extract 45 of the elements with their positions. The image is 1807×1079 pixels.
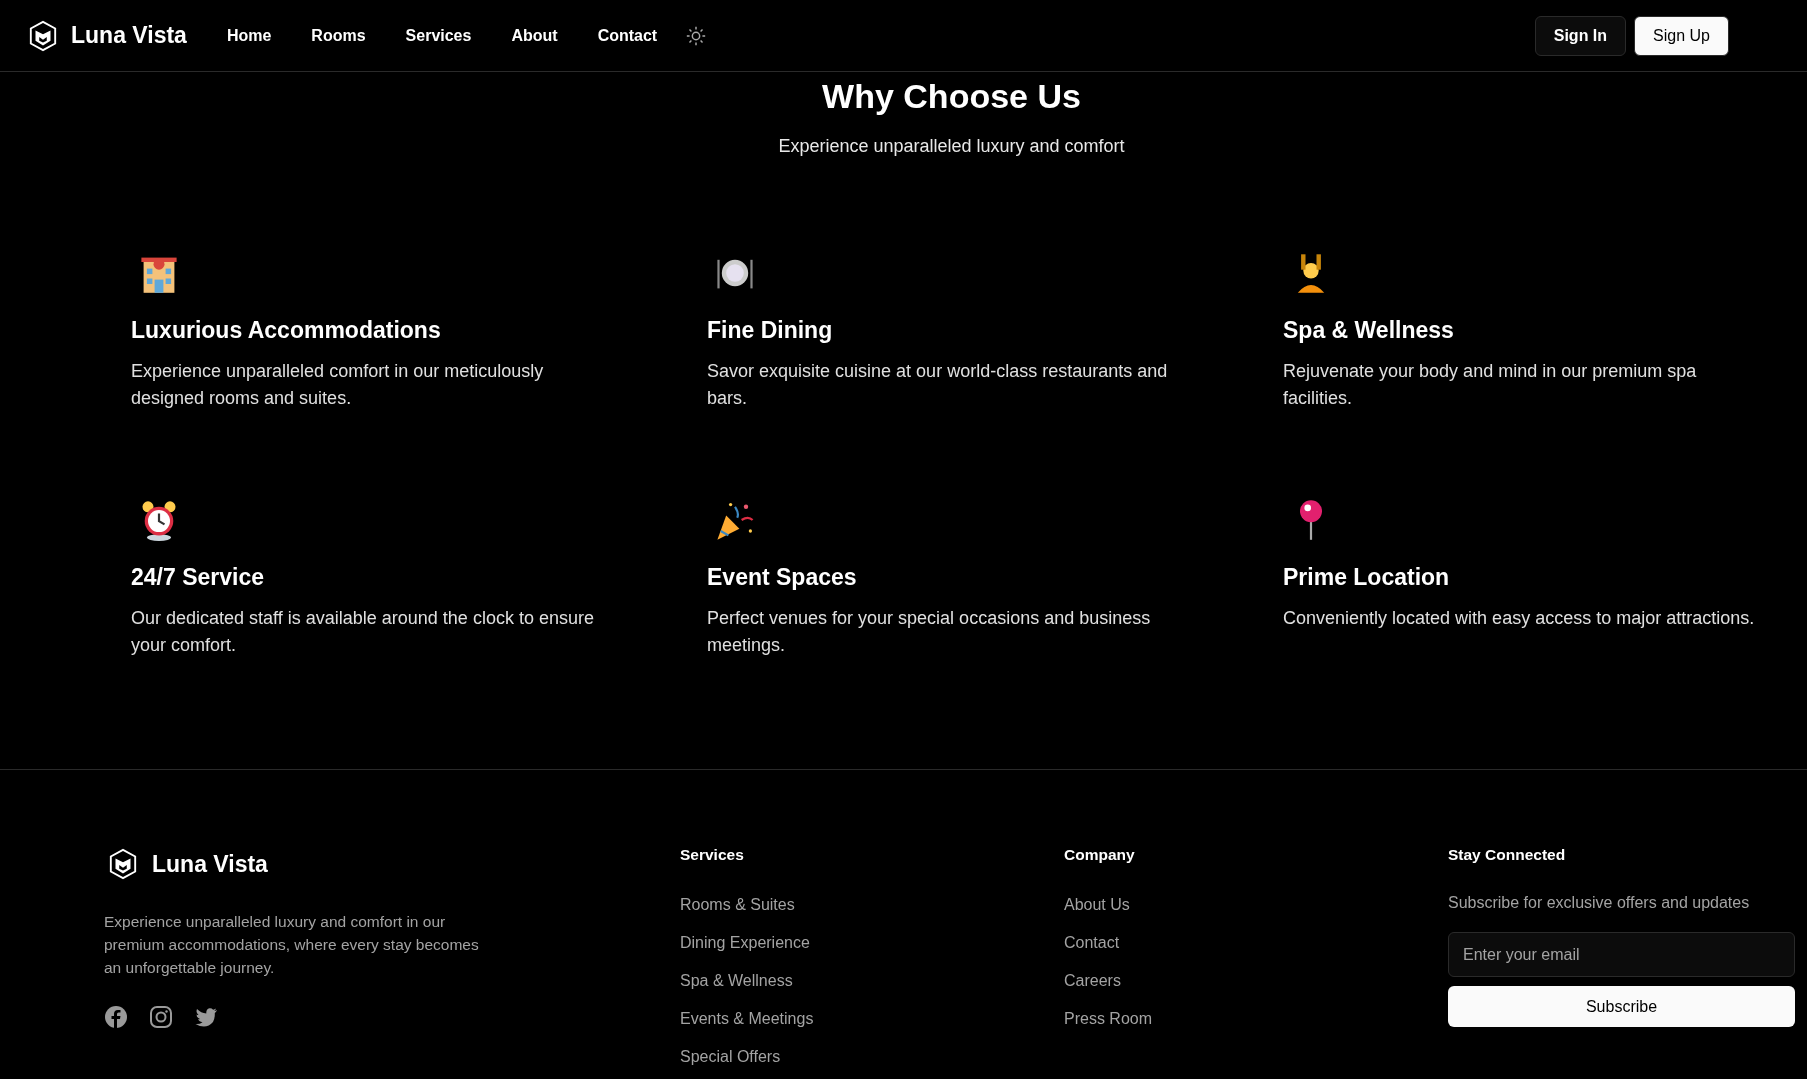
section-title: Why Choose Us: [821, 77, 1082, 116]
feature-title: Spa & Wellness: [1283, 317, 1455, 344]
logo-icon: [108, 848, 138, 880]
subscribe-button[interactable]: Subscribe: [1448, 986, 1795, 1027]
feature-description: Experience unparalleled comfort in our meticulously designed rooms and suites.: [131, 360, 545, 410]
sign-in-button[interactable]: Sign In: [1534, 15, 1627, 56]
footer-link[interactable]: Special Offers: [680, 1048, 1064, 1066]
newsletter-text: Subscribe for exclusive offers and updates: [1448, 894, 1751, 912]
footer-link[interactable]: Press Room: [1064, 1010, 1448, 1028]
nav-link[interactable]: Rooms: [311, 26, 366, 45]
feature-title: Event Spaces: [707, 564, 858, 591]
footer-heading: Services: [680, 846, 745, 864]
nav-link[interactable]: About: [511, 26, 558, 45]
feature-description: Perfect venues for your special occasions and business meetings.: [707, 607, 1152, 657]
feature-description: Conveniently located with easy access to major attractions.: [1283, 607, 1756, 630]
feature-description: Savor exquisite cuisine at our world-class restaurants and bars.: [707, 360, 1169, 410]
nav-link[interactable]: Contact: [597, 26, 658, 45]
nav-link[interactable]: Home: [226, 26, 272, 45]
footer-link[interactable]: Rooms & Suites: [680, 896, 1064, 914]
feature-description: Rejuvenate your body and mind in our premium spa facilities.: [1283, 360, 1698, 410]
instagram-icon[interactable]: [149, 1005, 173, 1029]
feature-description: Our dedicated staff is available around the clock to ensure your comfort.: [131, 607, 595, 657]
footer-heading: Stay Connected: [1448, 846, 1567, 864]
section-subtitle: Experience unparalleled luxury and comfort: [777, 136, 1126, 157]
footer-link[interactable]: Contact: [1064, 934, 1448, 952]
footer-link[interactable]: Careers: [1064, 972, 1448, 990]
brand-name[interactable]: Luna Vista: [71, 22, 187, 49]
email-field[interactable]: Enter your email: [1448, 932, 1795, 977]
logo-icon: [28, 19, 58, 52]
footer-link[interactable]: Events & Meetings: [680, 1010, 1064, 1028]
footer-link[interactable]: Spa & Wellness: [680, 972, 1064, 990]
feature-title: 24/7 Service: [131, 564, 265, 591]
facebook-icon[interactable]: [104, 1005, 128, 1029]
footer-about-text: Experience unparalleled luxury and comfort in our premium accommodations, where every stay becomes an unforgettable journey.: [104, 912, 480, 978]
sign-up-button[interactable]: Sign Up: [1634, 15, 1729, 56]
feature-title: Prime Location: [1283, 564, 1451, 591]
footer-brand-name: Luna Vista: [152, 850, 268, 878]
sun-icon[interactable]: [685, 24, 708, 47]
nav-link[interactable]: Services: [405, 26, 472, 45]
feature-title: Fine Dining: [707, 317, 834, 344]
twitter-icon[interactable]: [194, 1005, 218, 1029]
footer-link[interactable]: Dining Experience: [680, 934, 1064, 952]
feature-title: Luxurious Accommodations: [131, 317, 442, 344]
footer-heading: Company: [1064, 846, 1136, 864]
footer-link[interactable]: About Us: [1064, 896, 1448, 914]
